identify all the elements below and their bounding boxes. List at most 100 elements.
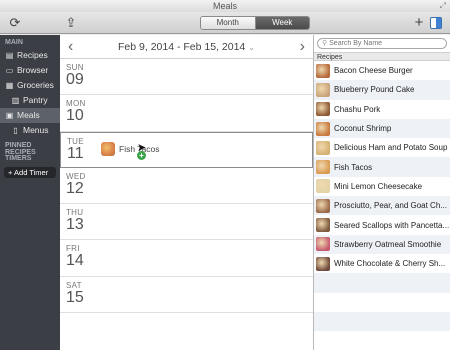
search-icon: ⚲ [322,40,328,47]
sidebar-item-meals[interactable]: ▣ Meals [0,108,60,123]
recipes-header: Recipes [314,52,450,61]
recipe-name: Delicious Ham and Potato Soup [334,143,448,153]
add-timer-button[interactable]: + Add Timer [4,167,56,178]
day-name: MON [66,99,86,109]
search-box[interactable]: ⚲ [317,38,447,49]
recipe-item[interactable]: Strawberry Oatmeal Smoothie [314,234,450,254]
next-week-icon[interactable]: › [300,35,305,59]
sidebar-header-main: MAIN [5,39,23,46]
monitor-icon: ▭ [5,66,14,75]
day-number: 12 [66,179,84,197]
meal-event[interactable]: Fish Tacos [101,141,159,156]
day-number: 13 [66,216,84,234]
day-row-sat[interactable]: SAT 15 [60,277,313,314]
recipe-thumbnail [316,102,330,117]
day-row-wed[interactable]: WED 12 [60,168,313,205]
add-button[interactable]: + [408,15,430,31]
fullscreen-icon[interactable]: ⤢ [440,0,446,12]
share-icon[interactable]: ⇪ [60,15,82,31]
toolbar: ⟳ ⇪ Month Week + [0,12,450,34]
day-number: 10 [66,107,84,125]
empty-row [314,311,450,332]
day-name: SAT [66,280,82,290]
recipe-item[interactable]: Coconut Shrimp [314,118,450,139]
recipe-list: Bacon Cheese Burger Blueberry Pound Cake… [314,61,450,332]
date-range[interactable]: Feb 9, 2014 - Feb 15, 2014 [118,41,245,53]
sidebar-item-recipes[interactable]: ▤ Recipes [0,48,60,63]
recipe-thumbnail [316,82,330,97]
calendar-icon: ▣ [5,111,14,120]
sidebar-item-menus[interactable]: ▯ Menus [0,123,60,138]
sidebar-item-browser[interactable]: ▭ Browser [0,63,60,78]
recipe-thumbnail [316,237,330,252]
recipe-item[interactable]: White Chocolate & Cherry Sh... [314,254,450,273]
day-row-fri[interactable]: FRI 14 [60,240,313,277]
sidebar-item-label: Meals [17,110,40,120]
view-toggle: Month Week [200,16,310,30]
recipe-thumbnail [316,179,330,194]
recipe-item[interactable]: Mini Lemon Cheesecake [314,177,450,196]
recipe-name: Blueberry Pound Cake [334,85,415,95]
recipe-thumbnail [316,198,330,213]
prev-week-icon[interactable]: ‹ [68,35,73,59]
drag-add-badge-icon: + [137,150,146,160]
sidebar-item-groceries[interactable]: ▦ Groceries [0,78,60,93]
window-titlebar: Meals ⤢ [0,0,450,12]
calendar-header: ‹ Feb 9, 2014 - Feb 15, 2014 ⌄ › [60,35,313,59]
recipe-thumbnail [316,63,330,78]
menu-icon: ▯ [13,126,18,135]
recipe-name: Coconut Shrimp [334,124,392,134]
recipe-item[interactable]: Fish Tacos [314,157,450,177]
sidebar-item-label: Browser [17,65,49,75]
day-row-sun[interactable]: SUN 09 [60,59,313,96]
sidebar-header-pinned: PINNED RECIPES [5,142,36,156]
recipe-thumbnail [316,256,330,271]
recipe-name: Seared Scallops with Pancetta... [334,220,450,230]
recipe-name: Mini Lemon Cheesecake [334,181,423,191]
recipe-name: Fish Tacos [334,162,373,172]
day-number: 09 [66,71,84,88]
recipe-thumbnail [316,218,330,233]
chevron-down-icon[interactable]: ⌄ [248,43,255,52]
empty-row [314,273,450,293]
day-row-mon[interactable]: MON 10 [60,95,313,132]
recipe-item[interactable]: Seared Scallops with Pancetta... [314,215,450,234]
day-row-thu[interactable]: THU 13 [60,204,313,241]
sidebar-item-label: Pantry [23,95,48,105]
recipe-thumbnail [316,121,330,136]
search-input[interactable] [329,40,430,47]
week-calendar: ‹ Feb 9, 2014 - Feb 15, 2014 ⌄ › SUN 09 M… [60,35,313,350]
recipe-name: Bacon Cheese Burger [334,66,413,76]
recipe-thumbnail [101,141,115,156]
recipe-item[interactable]: Delicious Ham and Potato Soup [314,138,450,157]
recipe-item[interactable]: Bacon Cheese Burger [314,61,450,80]
tab-week[interactable]: Week [255,17,309,29]
sidebar: MAIN ▤ Recipes ▭ Browser ▦ Groceries ▥ P… [0,35,60,350]
recipe-item[interactable]: Prosciutto, Pear, and Goat Ch... [314,196,450,216]
book-icon: ▤ [5,51,14,60]
day-name: THU [66,208,84,218]
empty-row [314,293,450,312]
window-title: Meals [212,1,237,11]
toggle-panel-icon[interactable] [430,17,442,29]
day-name: FRI [66,244,80,254]
day-name: WED [66,171,86,181]
sidebar-item-label: Recipes [17,50,48,60]
day-number: 14 [66,252,84,270]
recipe-thumbnail [316,160,330,175]
sidebar-item-label: Groceries [17,80,54,90]
day-name: SUN [66,63,84,72]
recipe-name: Prosciutto, Pear, and Goat Ch... [334,201,447,211]
cart-icon: ▦ [5,81,14,90]
pantry-icon: ▥ [11,96,20,105]
recipe-name: Strawberry Oatmeal Smoothie [334,239,442,249]
recipe-item[interactable]: Chashu Pork [314,100,450,119]
recipe-item[interactable]: Blueberry Pound Cake [314,80,450,100]
recipe-thumbnail [316,140,330,155]
sidebar-item-pantry[interactable]: ▥ Pantry [0,93,60,108]
day-number: 15 [66,288,84,306]
sidebar-item-label: Menus [23,125,49,135]
day-row-tue[interactable]: TUE 11 Fish Tacos ➤ + [60,131,313,168]
tab-month[interactable]: Month [201,17,256,29]
sync-icon[interactable]: ⟳ [4,15,26,31]
